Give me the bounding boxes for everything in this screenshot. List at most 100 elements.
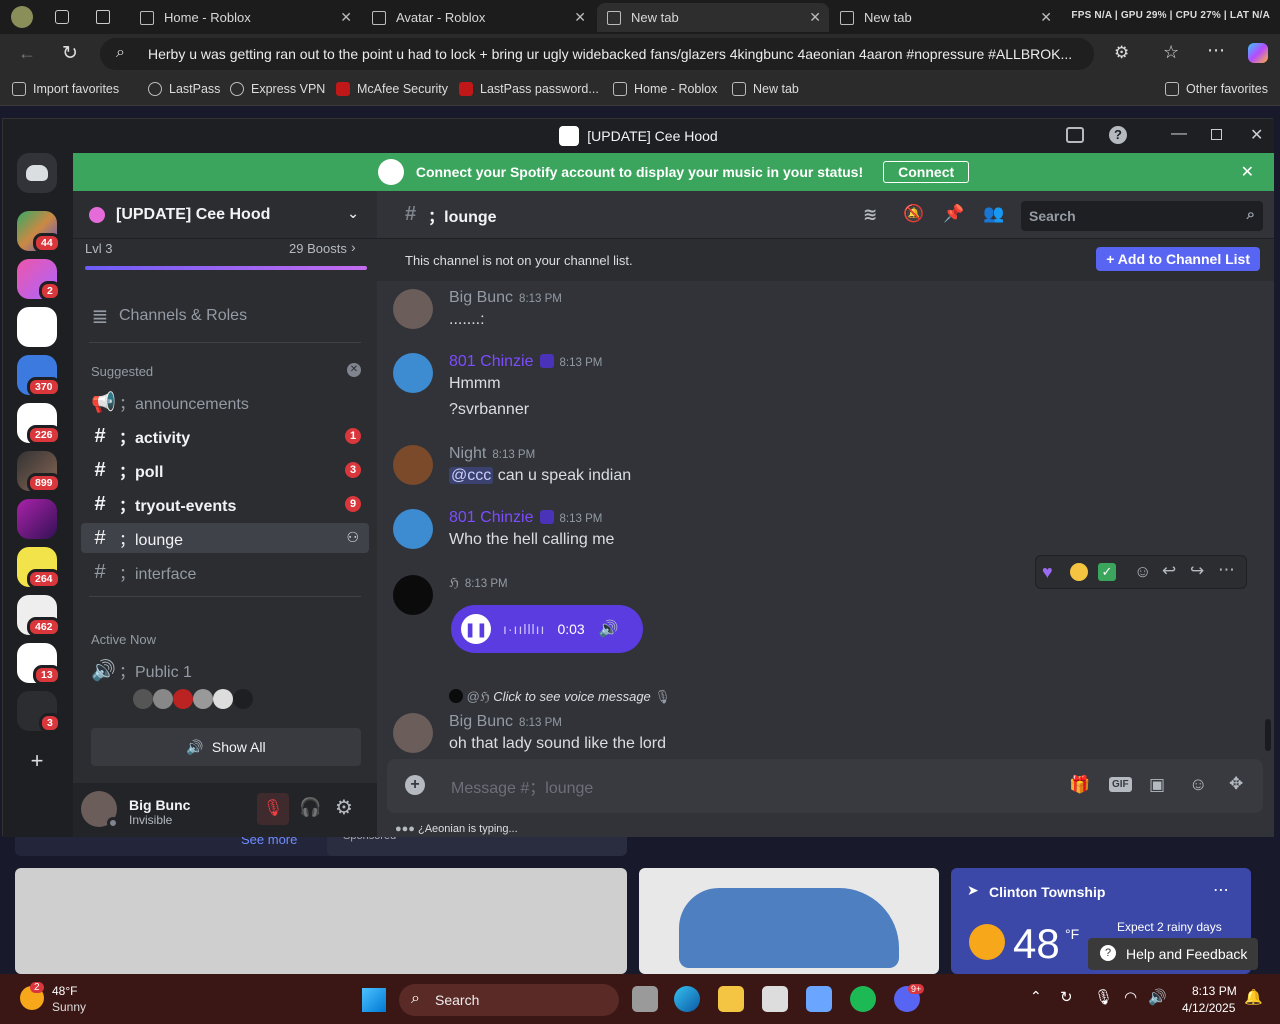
- message-author[interactable]: 801 Chinzie 8:13 PM: [449, 509, 602, 527]
- tab-actions-icon[interactable]: [96, 10, 110, 24]
- voice-participants[interactable]: [133, 689, 263, 711]
- channels-and-roles[interactable]: ≣ Channels & Roles: [81, 301, 369, 331]
- chat-scrollbar[interactable]: [1265, 719, 1271, 751]
- close-tab-icon[interactable]: ✕: [340, 9, 352, 26]
- check-mark-icon[interactable]: ✓: [1098, 563, 1116, 581]
- channel-announcements[interactable]: 📢 ；announcements: [81, 387, 369, 417]
- pause-icon[interactable]: ❚❚: [461, 614, 491, 644]
- bookmark-home-roblox[interactable]: Home - Roblox: [613, 82, 717, 96]
- channel-tryout-events[interactable]: # ；tryout-events 9: [81, 489, 369, 519]
- weather-more-icon[interactable]: ⋯: [1213, 880, 1229, 900]
- add-reaction-icon[interactable]: ☺: [1134, 562, 1151, 582]
- task-view-icon[interactable]: [632, 986, 658, 1012]
- copilot-icon[interactable]: [1248, 43, 1268, 63]
- message-author[interactable]: Night 8:13 PM: [449, 445, 535, 463]
- voice-channel-public-1[interactable]: 🔊 ；Public 1: [81, 655, 369, 685]
- bookmark-lastpass[interactable]: LastPass: [148, 82, 220, 96]
- message[interactable]: Big Bunc 8:13 PM .......:: [393, 289, 1253, 339]
- spotify-icon[interactable]: [850, 986, 876, 1012]
- boost-level[interactable]: Lvl 3: [85, 241, 112, 256]
- close-banner-icon[interactable]: ✕: [1241, 162, 1254, 182]
- avatar[interactable]: [393, 353, 433, 393]
- message-author[interactable]: Big Bunc 8:13 PM: [449, 289, 562, 307]
- back-icon[interactable]: ←: [18, 43, 36, 64]
- pin-icon[interactable]: 📌: [943, 204, 964, 224]
- help-icon[interactable]: ?: [1109, 126, 1127, 144]
- home-button[interactable]: [17, 153, 57, 193]
- message-author[interactable]: ℌ 8:13 PM: [449, 575, 508, 591]
- bookmark-mcafee[interactable]: McAfee Security: [336, 82, 448, 96]
- volume-icon[interactable]: 🔊: [599, 619, 619, 639]
- channel-poll[interactable]: # ；poll 3: [81, 455, 369, 485]
- refresh-icon[interactable]: ↻: [62, 42, 78, 65]
- channel-activity[interactable]: # ；activity 1: [81, 421, 369, 451]
- start-icon[interactable]: [362, 988, 386, 1012]
- tab-avatar-roblox[interactable]: Avatar - Roblox ✕: [362, 3, 594, 32]
- volume-icon[interactable]: 🔊: [1148, 988, 1167, 1006]
- member-list-icon[interactable]: 👥: [983, 204, 1004, 224]
- more-icon[interactable]: ⋯: [1207, 40, 1225, 61]
- file-explorer-icon[interactable]: [718, 986, 744, 1012]
- boost-count[interactable]: 29 Boosts: [289, 241, 347, 256]
- apps-icon[interactable]: ✥: [1229, 774, 1243, 794]
- tab-home-roblox[interactable]: Home - Roblox ✕: [130, 3, 360, 32]
- taskbar-temp[interactable]: 48°F: [52, 984, 77, 998]
- message-author[interactable]: 801 Chinzie 8:13 PM: [449, 353, 602, 371]
- sticker-icon[interactable]: ▣: [1149, 775, 1165, 795]
- channel-interface[interactable]: # ；interface: [81, 557, 369, 587]
- inbox-icon[interactable]: [1066, 127, 1084, 143]
- user-mention[interactable]: @ccc: [449, 467, 494, 484]
- reply-reference[interactable]: @ℌ Click to see voice message 🎙: [449, 689, 671, 705]
- bookmark-lastpass-password[interactable]: LastPass password...: [459, 82, 599, 96]
- message-author[interactable]: Big Bunc 8:13 PM: [449, 713, 562, 731]
- maximize-icon[interactable]: [1211, 129, 1222, 140]
- close-window-icon[interactable]: ✕: [1250, 125, 1263, 145]
- voice-message-player[interactable]: ❚❚ ı·ıılllıı 0:03 🔊: [451, 605, 643, 653]
- dismiss-suggested-icon[interactable]: ✕: [347, 363, 361, 377]
- monitor-app-icon[interactable]: [806, 986, 832, 1012]
- reply-icon[interactable]: ↩: [1162, 561, 1176, 581]
- news-image-card[interactable]: [15, 868, 627, 974]
- waveform[interactable]: ı·ıılllıı: [503, 621, 545, 637]
- avatar[interactable]: [393, 575, 433, 615]
- extensions-icon[interactable]: ⚙: [1114, 43, 1129, 63]
- close-tab-icon[interactable]: ✕: [574, 9, 586, 26]
- minimize-icon[interactable]: —: [1171, 125, 1187, 143]
- server-icon[interactable]: [17, 307, 57, 347]
- message-composer[interactable]: + Message #；lounge 🎁 GIF ▣ ☺ ✥: [387, 759, 1263, 813]
- notifications-bell-icon[interactable]: 🔔: [1244, 988, 1263, 1006]
- taskbar-search[interactable]: ⌕ Search: [399, 984, 619, 1016]
- bookmark-express-vpn[interactable]: Express VPN: [230, 82, 325, 96]
- avatar[interactable]: [393, 289, 433, 329]
- edge-icon[interactable]: [674, 986, 700, 1012]
- avatar[interactable]: [393, 509, 433, 549]
- more-options-icon[interactable]: ⋯: [1218, 560, 1235, 580]
- close-tab-icon[interactable]: ✕: [1040, 9, 1052, 26]
- gif-icon[interactable]: GIF: [1109, 777, 1132, 792]
- profile-avatar[interactable]: [11, 6, 33, 28]
- mute-icon[interactable]: 🎙: [257, 793, 289, 825]
- notifications-icon[interactable]: 🔕: [903, 204, 924, 224]
- app-icon[interactable]: [762, 986, 788, 1012]
- connect-spotify-button[interactable]: Connect: [883, 161, 970, 183]
- settings-icon[interactable]: ⚙: [335, 795, 353, 820]
- search-input[interactable]: Search ⌕: [1021, 201, 1263, 231]
- add-server-button[interactable]: +: [17, 751, 57, 771]
- clock-time[interactable]: 8:13 PM: [1192, 984, 1237, 998]
- forward-icon[interactable]: ↪: [1190, 561, 1204, 581]
- tab-new-tab-active[interactable]: New tab ✕: [597, 3, 829, 32]
- threads-icon[interactable]: ≋: [863, 205, 877, 225]
- bookmark-new-tab[interactable]: New tab: [732, 82, 799, 96]
- username[interactable]: Big Bunc: [129, 797, 190, 813]
- bookmark-import-favorites[interactable]: Import favorites: [12, 82, 119, 96]
- tab-new-tab[interactable]: New tab ✕: [830, 3, 1060, 32]
- message[interactable]: @ℌ Click to see voice message 🎙 Big Bunc…: [393, 689, 1253, 755]
- avatar[interactable]: [393, 713, 433, 753]
- favorites-icon[interactable]: ☆: [1163, 42, 1179, 63]
- chevron-up-icon[interactable]: ⌃: [1030, 988, 1042, 1005]
- invite-member-icon[interactable]: ⚇: [346, 529, 359, 546]
- kissing-face-icon[interactable]: [1070, 563, 1088, 581]
- gift-icon[interactable]: 🎁: [1069, 775, 1090, 795]
- wifi-icon[interactable]: ◠: [1124, 988, 1137, 1006]
- avatar[interactable]: [393, 445, 433, 485]
